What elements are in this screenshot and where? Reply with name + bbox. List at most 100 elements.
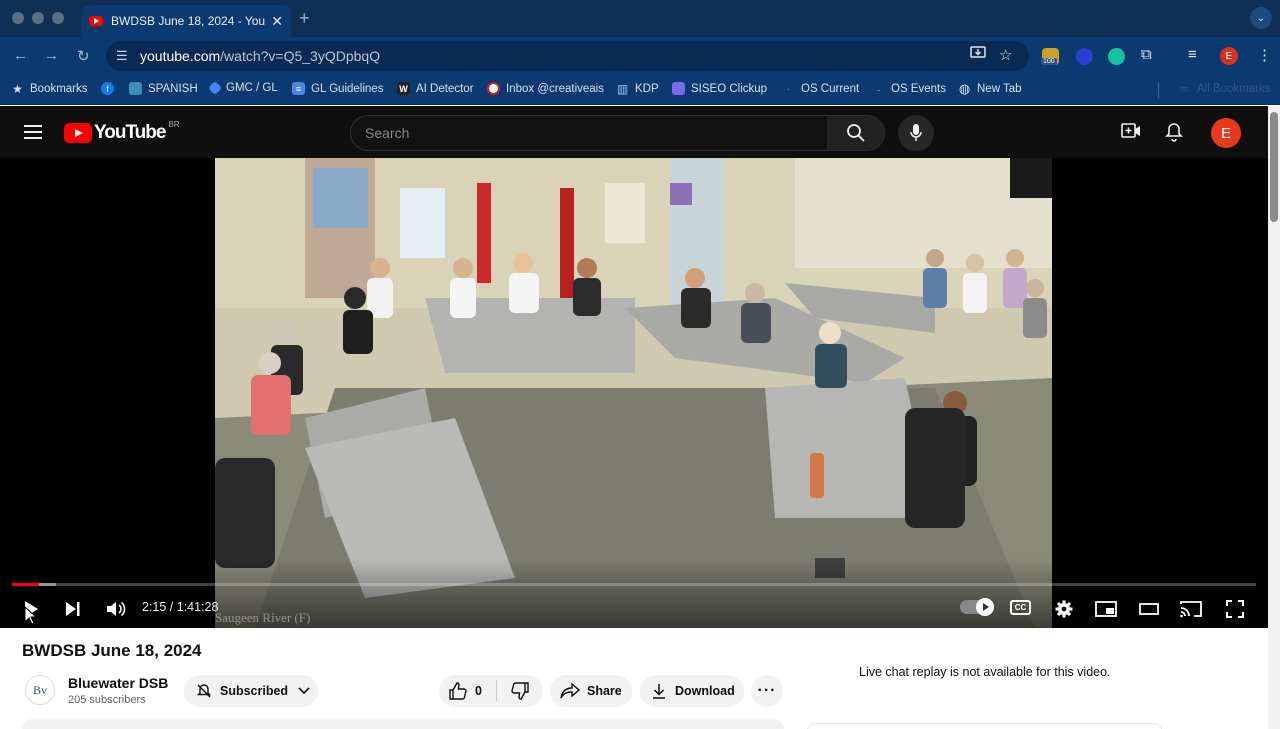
forward-arrow-icon[interactable]: →	[44, 47, 59, 64]
subscriber-count: 205 subscribers	[68, 694, 146, 706]
gear-icon	[1055, 600, 1073, 618]
new-tab-icon[interactable]: +	[299, 8, 310, 29]
microphone-icon	[910, 124, 922, 141]
time-display: 2:15 / 1:41:28	[142, 600, 219, 614]
channel-name[interactable]: Bluewater DSB	[68, 675, 168, 691]
chevron-down-icon	[298, 687, 310, 695]
youtube-favicon-icon	[89, 16, 103, 26]
like-button[interactable]	[449, 682, 475, 700]
grammarly-icon[interactable]	[1108, 48, 1125, 65]
volume-icon	[107, 601, 126, 617]
bookmark-spanish[interactable]: SPANISH	[129, 82, 198, 95]
extension-badge-count: 100	[1041, 58, 1057, 65]
doc-icon: ≡	[292, 82, 305, 95]
bookmark-os-events[interactable]: ˗ OS Events	[872, 82, 946, 95]
browser-menu-icon[interactable]: ⋮	[1257, 46, 1272, 64]
window-close-button[interactable]	[12, 12, 24, 24]
media-queue-icon[interactable]: ≡	[1188, 46, 1197, 63]
bookmark-siseo-clickup[interactable]: SISEO Clickup	[672, 82, 767, 95]
extension-badge-icon[interactable]: 100	[1041, 48, 1059, 65]
autoplay-toggle[interactable]	[960, 598, 994, 616]
address-bar[interactable]: ☰ youtube.com/watch?v=Q5_3yQDpbqQ	[106, 41, 1029, 71]
cast-button[interactable]	[1179, 598, 1203, 620]
tab-search-chevron-icon[interactable]: ⌄	[1250, 7, 1272, 29]
video-player[interactable]: Saugeen River (F) 2:15 / 1:41:28 CC	[0, 158, 1268, 628]
diamond-icon	[207, 80, 223, 96]
search-input[interactable]: Search	[350, 115, 828, 151]
thumbs-down-icon	[511, 682, 529, 700]
browser-tab-strip: BWDSB June 18, 2024 - YouT ✕ + ⌄	[0, 0, 1280, 37]
gmail-icon	[487, 82, 500, 95]
browser-toolbar: ← → ↻ ☰ youtube.com/watch?v=Q5_3yQDpbqQ …	[0, 37, 1280, 75]
channel-avatar[interactable]: Bv	[25, 675, 55, 705]
more-actions-button[interactable]: ···	[751, 675, 783, 707]
more-horizontal-icon: ···	[757, 682, 777, 699]
tab-title: BWDSB June 18, 2024 - YouT	[111, 14, 266, 28]
w-icon: W	[397, 82, 410, 95]
video-title: BWDSB June 18, 2024	[22, 641, 202, 660]
bookmark-gmc-gl[interactable]: GMC / GL	[207, 80, 278, 96]
skip-next-icon	[66, 602, 80, 616]
youtube-masthead: YouTube BR Search E	[0, 106, 1268, 158]
star-icon: ★	[12, 81, 23, 96]
download-button[interactable]: Download	[640, 675, 744, 707]
theater-mode-button[interactable]	[1137, 598, 1161, 620]
cast-icon	[1180, 601, 1202, 618]
browser-tab-active[interactable]: BWDSB June 18, 2024 - YouT ✕	[81, 5, 291, 37]
site-settings-icon[interactable]: ☰	[116, 48, 134, 64]
miniplayer-icon	[1095, 601, 1117, 617]
profile-avatar[interactable]: E	[1220, 47, 1238, 65]
bookmark-facebook[interactable]: f	[101, 82, 120, 95]
search-button[interactable]	[827, 115, 885, 151]
fullscreen-button[interactable]	[1223, 598, 1247, 620]
next-button[interactable]	[62, 598, 84, 620]
reload-icon[interactable]: ↻	[77, 47, 90, 65]
autoplay-knob-icon	[976, 598, 994, 616]
like-dislike-group: 0	[439, 675, 543, 707]
window-zoom-button[interactable]	[52, 12, 64, 24]
progress-bar[interactable]	[12, 583, 1256, 586]
account-avatar[interactable]: E	[1211, 118, 1241, 148]
bell-slash-icon	[196, 683, 212, 699]
notifications-button[interactable]	[1165, 122, 1183, 147]
back-arrow-icon[interactable]: ←	[13, 47, 28, 64]
globe-icon: ◍	[958, 80, 971, 96]
install-app-icon[interactable]	[970, 46, 986, 64]
miniplayer-button[interactable]	[1094, 598, 1118, 620]
bookmark-all-bookmarks[interactable]: ▭ All Bookmarks	[1178, 82, 1270, 95]
extension-sparkle-icon[interactable]	[1076, 48, 1093, 65]
bookmark-ai-detector[interactable]: W AI Detector	[397, 82, 474, 95]
create-button[interactable]	[1121, 122, 1141, 145]
share-button[interactable]: Share	[550, 675, 632, 707]
theater-mode-icon	[1139, 603, 1159, 615]
mouse-cursor-icon	[24, 606, 36, 625]
description-box[interactable]	[22, 719, 784, 729]
bookmark-inbox[interactable]: Inbox @creativeais	[487, 82, 604, 95]
settings-button[interactable]	[1053, 598, 1075, 620]
hamburger-menu-icon[interactable]	[24, 125, 42, 143]
subscribed-button[interactable]: Subscribed	[184, 675, 318, 707]
bookmark-new-tab[interactable]: ◍ New Tab	[958, 80, 1022, 96]
chat-panel	[806, 723, 1163, 729]
folder-icon: ▭	[1180, 83, 1189, 93]
extensions-puzzle-icon[interactable]: ⧉	[1141, 46, 1152, 63]
page-scrollbar-thumb[interactable]	[1270, 112, 1278, 222]
bell-icon	[1165, 123, 1183, 142]
video-overlay-caption: Saugeen River (F)	[215, 610, 311, 625]
bookmark-gl-guidelines[interactable]: ≡ GL Guidelines	[292, 82, 383, 95]
bookmark-os-current[interactable]: · OS Current	[782, 82, 859, 95]
window-minimize-button[interactable]	[32, 12, 44, 24]
youtube-logo[interactable]: YouTube BR	[64, 120, 180, 144]
dislike-button[interactable]	[511, 682, 529, 700]
address-url: youtube.com/watch?v=Q5_3yQDpbqQ	[140, 48, 381, 64]
volume-button[interactable]	[104, 598, 128, 620]
bookmark-bookmarks[interactable]: ★ Bookmarks	[11, 81, 87, 96]
search-icon	[846, 124, 865, 142]
progress-played	[12, 583, 39, 586]
voice-search-button[interactable]	[898, 115, 934, 151]
bookmark-kdp[interactable]: ▥ KDP	[616, 81, 659, 96]
subtitles-button[interactable]: CC	[1010, 600, 1031, 615]
bookmark-star-icon[interactable]: ☆	[999, 46, 1012, 64]
tab-close-icon[interactable]: ✕	[271, 13, 283, 30]
chart-icon: ▥	[616, 81, 629, 96]
